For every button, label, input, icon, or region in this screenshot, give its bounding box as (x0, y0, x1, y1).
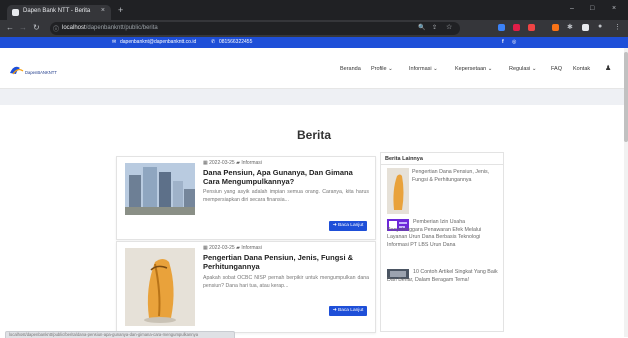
page-title: Berita (296, 128, 331, 142)
email-icon: ✉ (112, 39, 117, 45)
scrollbar-thumb[interactable] (624, 52, 628, 142)
read-more-button[interactable]: ➜ Baca Lanjut (329, 221, 367, 231)
sidebar-other-news: Berita Lainnya Pengertian Dana Pensiun, … (380, 152, 504, 332)
nav-kontak[interactable]: Kontak (573, 66, 590, 72)
new-tab-button[interactable]: + (118, 5, 123, 15)
nav-beranda[interactable]: Beranda (340, 66, 361, 72)
more-menu-icon[interactable]: ⋮ (614, 23, 621, 31)
extension-icon[interactable] (552, 24, 559, 31)
post-title[interactable]: Dana Pensiun, Apa Gunanya, Dan Gimana Ca… (203, 168, 369, 186)
url-host: localhost (62, 25, 86, 31)
contact-email[interactable]: dapenbanknt@dapenbankntt.co.id (120, 39, 196, 45)
phone-icon: ✆ (211, 39, 216, 45)
post-thumbnail[interactable] (125, 163, 195, 215)
favicon-icon (12, 9, 19, 16)
info-icon[interactable]: ⓘ (53, 24, 59, 33)
site-logo[interactable]: DapenBANKNTT (8, 62, 58, 76)
url-field[interactable]: ⓘ localhost/dapenbankntt/public/berita 🔍… (50, 22, 460, 35)
browser-tab[interactable]: Dapen Bank NTT - Berita × (7, 5, 111, 20)
sidebar-heading: Berita Lainnya (385, 156, 423, 162)
page-scrollbar[interactable] (624, 48, 628, 337)
calendar-icon: ▦ (203, 160, 208, 166)
post-category[interactable]: Informasi (241, 160, 262, 166)
user-icon[interactable]: ♟ (605, 64, 611, 72)
sidebar-divider (381, 164, 503, 165)
tab-title: Dapen Bank NTT - Berita (23, 8, 91, 14)
post-thumbnail[interactable] (125, 248, 195, 326)
folder-icon: ▰ (236, 245, 240, 251)
sidebar-item-1[interactable]: Pengertian Dana Pensiun, Jenis, Fungsi &… (412, 169, 498, 184)
post-meta: ▦ 2022-03-25 ▰ Informasi (203, 160, 262, 166)
close-window-icon[interactable]: × (612, 5, 616, 12)
post-category[interactable]: Informasi (241, 245, 262, 251)
read-more-label: Baca Lanjut (338, 308, 364, 313)
profile-icon[interactable]: ● (598, 23, 602, 30)
contact-phone[interactable]: 081566322455 (219, 39, 252, 45)
nav-regulasi[interactable]: Regulasi ⌄ (509, 66, 537, 72)
bookmark-star-icon[interactable]: ☆ (446, 23, 452, 31)
maximize-icon[interactable]: □ (590, 5, 594, 12)
arrow-right-icon: ➜ (332, 308, 337, 313)
status-url: localhost/dapenbankntt/public/berita/dan… (9, 332, 199, 337)
nav-profile[interactable]: Profile ⌄ (371, 66, 393, 72)
instagram-icon[interactable]: ◎ (512, 39, 516, 45)
address-bar: ← → ↻ ⓘ localhost/dapenbankntt/public/be… (0, 20, 628, 37)
nav-informasi[interactable]: Informasi ⌄ (409, 66, 438, 72)
share-icon[interactable]: ⇪ (432, 24, 437, 31)
url-path: /dapenbankntt/public/berita (85, 25, 158, 31)
calendar-icon: ▦ (203, 245, 208, 251)
zoom-icon[interactable]: 🔍 (418, 24, 425, 31)
browser-tab-bar: Dapen Bank NTT - Berita × + – □ × (0, 0, 628, 20)
nav-kepersetaan[interactable]: Kepersetaan ⌄ (455, 66, 492, 72)
post-title[interactable]: Pengertian Dana Pensiun, Jenis, Fungsi &… (203, 253, 369, 271)
post-date: 2022-03-25 (209, 245, 235, 251)
read-more-label: Baca Lanjut (338, 223, 364, 228)
sidebar-item-3[interactable]: 10 Contoh Artikel Singkat Yang Baik Dan … (387, 269, 499, 284)
post-card: ▦ 2022-03-25 ▰ Informasi Pengertian Dana… (116, 241, 376, 333)
puzzle-icon[interactable]: ✱ (567, 23, 573, 31)
back-icon[interactable]: ← (6, 23, 14, 32)
read-more-button[interactable]: ➜ Baca Lanjut (329, 306, 367, 316)
facebook-icon[interactable]: f (502, 39, 504, 45)
tab-close-icon[interactable]: × (101, 7, 105, 14)
sidebar-item-2[interactable]: Pemberian Izin Usaha Penyelenggara Penaw… (387, 219, 499, 249)
post-meta: ▦ 2022-03-25 ▰ Informasi (203, 245, 262, 251)
arrow-right-icon: ➜ (332, 223, 337, 228)
forward-icon[interactable]: → (19, 23, 27, 32)
sidebar-toggle-icon[interactable] (582, 24, 589, 31)
sidebar-thumbnail[interactable] (387, 168, 409, 214)
page-banner-strip (0, 89, 628, 105)
top-info-bar: ✉ dapenbanknt@dapenbankntt.co.id ✆ 08156… (0, 37, 628, 48)
post-excerpt: Pensiun yang asyik adalah impian semua o… (203, 189, 369, 203)
nav-faq[interactable]: FAQ (551, 66, 562, 72)
extension-icon[interactable] (528, 24, 535, 31)
reload-icon[interactable]: ↻ (33, 23, 40, 32)
logo-text: DapenBANKNTT (25, 70, 57, 75)
folder-icon: ▰ (236, 160, 240, 166)
site-header: DapenBANKNTT Beranda Profile ⌄ Informasi… (0, 48, 628, 89)
post-date: 2022-03-25 (209, 160, 235, 166)
extension-icon[interactable] (498, 24, 505, 31)
minimize-icon[interactable]: – (570, 5, 574, 12)
extension-icon[interactable] (513, 24, 520, 31)
post-card: ▦ 2022-03-25 ▰ Informasi Dana Pensiun, A… (116, 156, 376, 240)
post-excerpt: Apakah sobat OCBC NISP pernah berpikir u… (203, 275, 369, 289)
